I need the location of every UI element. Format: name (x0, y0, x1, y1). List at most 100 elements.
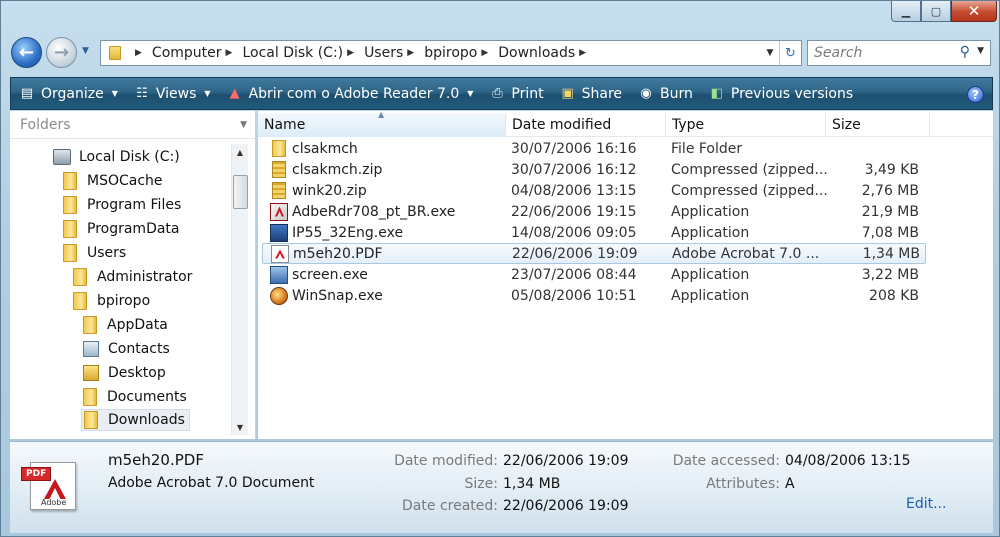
file-row-selected[interactable]: m5eh20.PDF 22/06/2006 19:09 Adobe Acroba… (262, 243, 926, 264)
help-icon[interactable]: ? (967, 86, 984, 103)
date-created-label: Date created: (402, 498, 498, 514)
tree-item-label: Desktop (108, 365, 166, 381)
file-date-modified: 05/08/2006 10:51 (511, 287, 637, 304)
tree-item-downloads[interactable]: Downloads (81, 409, 190, 431)
tree-item-desktop[interactable]: Desktop (83, 362, 166, 384)
breadcrumb-bpiropo[interactable]: bpiropo ▶ (424, 45, 498, 61)
tree-item-program-files[interactable]: Program Files (63, 194, 181, 216)
breadcrumb-label: bpiropo (424, 45, 478, 61)
tree-item-label: Documents (107, 389, 187, 405)
chevron-down-icon: ▼ (236, 422, 244, 432)
file-type: File Folder (671, 140, 743, 157)
tree-item-appdata[interactable]: AppData (83, 314, 168, 336)
scroll-thumb[interactable] (233, 175, 248, 209)
file-row[interactable]: clsakmch.zip 30/07/2006 16:12 Compressed… (262, 159, 926, 180)
back-arrow-icon: ← (18, 42, 35, 63)
file-row[interactable]: clsakmch 30/07/2006 16:16 File Folder (262, 138, 926, 159)
tree-item-bpiropo[interactable]: bpiropo (73, 290, 150, 312)
share-button[interactable]: ▣ Share (552, 78, 630, 109)
file-row[interactable]: WinSnap.exe 05/08/2006 10:51 Application… (262, 285, 926, 306)
tree-item-users[interactable]: Users (63, 242, 126, 264)
file-date-modified: 14/08/2006 09:05 (511, 224, 637, 241)
breadcrumb-downloads[interactable]: Downloads ▶ (498, 45, 596, 61)
address-bar[interactable]: ▶ Computer ▶ Local Disk (C:) ▶ Users ▶ bpir… (100, 40, 802, 66)
close-button[interactable]: ✕ (951, 1, 997, 22)
tree-item-contacts[interactable]: Contacts (83, 338, 170, 360)
breadcrumb-label: Computer (151, 45, 222, 61)
previous-versions-button[interactable]: ◧ Previous versions (701, 78, 861, 109)
date-accessed-value[interactable]: 04/08/2006 13:15 (785, 453, 911, 469)
file-date-modified: 30/07/2006 16:12 (511, 161, 637, 178)
column-header-size[interactable]: Size (826, 113, 930, 137)
views-button[interactable]: ☷ Views ▼ (126, 78, 219, 109)
file-date-modified: 22/06/2006 19:15 (511, 203, 637, 220)
file-row[interactable]: screen.exe 23/07/2006 08:44 Application … (262, 264, 926, 285)
chevron-down-icon[interactable]: ▼ (977, 46, 984, 56)
column-header-date-modified[interactable]: Date modified (506, 113, 666, 137)
file-row[interactable]: wink20.zip 04/08/2006 13:15 Compressed (… (262, 180, 926, 201)
chevron-down-icon: ▼ (204, 89, 211, 98)
breadcrumb-users[interactable]: Users ▶ (364, 45, 424, 61)
sort-ascending-icon: ▲ (378, 110, 385, 119)
search-input[interactable]: Search ⚲ ▼ (807, 40, 991, 66)
file-date-modified: 23/07/2006 08:44 (511, 266, 637, 283)
breadcrumb-arrow-icon[interactable]: ▶ (347, 48, 354, 58)
address-history-button[interactable]: ▼ (761, 41, 779, 65)
chevron-down-icon: ▼ (111, 89, 118, 98)
printer-icon: ⎙ (492, 86, 503, 101)
open-with-adobe-button[interactable]: ▲ Abrir com o Adobe Reader 7.0 ▼ (219, 78, 482, 109)
print-label: Print (511, 85, 544, 102)
file-size: 2,76 MB (861, 182, 919, 199)
edit-details-link[interactable]: Edit... (906, 496, 946, 512)
chevron-down-icon: ▼ (766, 48, 774, 58)
breadcrumb-arrow-icon[interactable]: ▶ (579, 48, 586, 58)
size-label: Size: (464, 476, 498, 492)
tree-item-documents[interactable]: Documents (83, 386, 187, 408)
folders-header[interactable]: Folders ▼ (10, 111, 255, 139)
breadcrumb-computer[interactable]: Computer ▶ (152, 45, 243, 61)
print-button[interactable]: ⎙ Print (481, 78, 551, 109)
minimize-button[interactable]: ▁ (891, 1, 921, 22)
breadcrumb-arrow-icon[interactable]: ▶ (481, 48, 488, 58)
date-modified-value[interactable]: 22/06/2006 19:09 (503, 453, 629, 469)
pdf-document-icon: PDF Adobe (21, 462, 76, 510)
breadcrumb-arrow-icon[interactable]: ▶ (226, 48, 233, 58)
pdf-badge: PDF (21, 467, 52, 481)
pdf-file-icon (271, 244, 289, 263)
maximize-button[interactable]: ▢ (921, 1, 951, 22)
search-icon[interactable]: ⚲ (960, 44, 970, 60)
file-row[interactable]: AdbeRdr708_pt_BR.exe 22/06/2006 19:15 Ap… (262, 201, 926, 222)
refresh-button[interactable]: ↻ (779, 41, 801, 65)
column-header-label: Date modified (512, 117, 612, 133)
chevron-down-icon[interactable]: ▼ (240, 120, 247, 130)
date-created-value[interactable]: 22/06/2006 19:09 (503, 498, 629, 514)
file-row[interactable]: IP55_32Eng.exe 14/08/2006 09:05 Applicat… (262, 222, 926, 243)
tree-item-local-disk[interactable]: Local Disk (C:) (53, 146, 180, 168)
file-type: Adobe Acrobat 7.0 ... (672, 245, 820, 262)
column-header-type[interactable]: Type (666, 113, 826, 137)
breadcrumb-label: Local Disk (C:) (242, 45, 344, 61)
tree-item-msocache[interactable]: MSOCache (63, 170, 163, 192)
back-button[interactable]: ← (11, 37, 42, 68)
column-headers: ▲ Name Date modified Type Size (258, 110, 993, 137)
file-name: WinSnap.exe (292, 287, 383, 304)
folder-icon (63, 172, 77, 190)
file-type: Application (671, 266, 750, 283)
forward-button[interactable]: → (46, 37, 77, 68)
adobe-reader-icon: ▲ (229, 86, 240, 101)
tree-item-programdata[interactable]: ProgramData (63, 218, 180, 240)
breadcrumb-local-disk[interactable]: Local Disk (C:) ▶ (242, 45, 364, 61)
recent-pages-button[interactable]: ▼ (82, 46, 89, 56)
screen-app-icon (270, 265, 288, 284)
tree-item-administrator[interactable]: Administrator (73, 266, 192, 288)
burn-button[interactable]: ◉ Burn (630, 78, 701, 109)
column-header-label: Type (672, 117, 705, 133)
date-accessed-label: Date accessed: (672, 453, 780, 469)
scroll-up-button[interactable]: ▲ (232, 144, 248, 160)
column-header-name[interactable]: ▲ Name (258, 110, 506, 137)
folders-scrollbar[interactable]: ▲ ▼ (231, 144, 248, 435)
icon-caption: Adobe (41, 498, 67, 507)
scroll-down-button[interactable]: ▼ (232, 419, 248, 435)
breadcrumb-arrow-icon[interactable]: ▶ (407, 48, 414, 58)
organize-button[interactable]: ▤ Organize ▼ (11, 78, 126, 109)
